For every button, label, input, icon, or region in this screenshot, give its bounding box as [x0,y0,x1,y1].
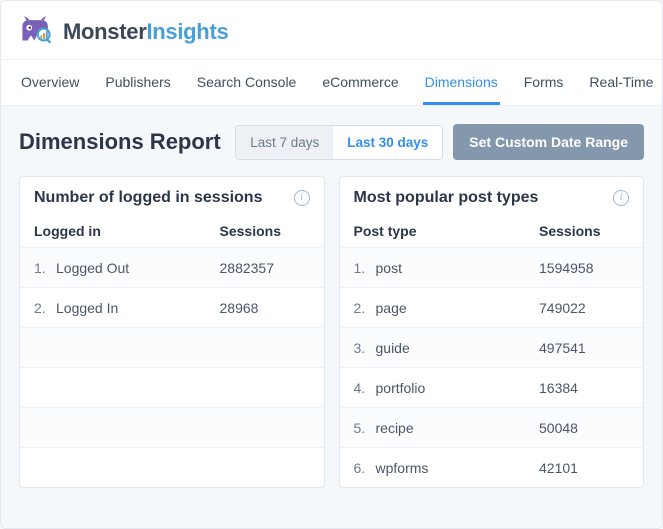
date-range-group: Last 7 days Last 30 days [235,125,443,160]
content-area: Dimensions Report Last 7 days Last 30 da… [1,106,662,528]
table-row: 3. guide 497541 [340,327,644,367]
brand-part-1: Monster [63,19,146,44]
row-value: 28968 [220,300,310,316]
row-label: post [376,260,540,276]
table-row: ... [20,367,324,407]
table-row: 6. wpforms 42101 [340,447,644,487]
row-value: 16384 [539,380,629,396]
row-value: 50048 [539,420,629,436]
brand-part-2: Insights [146,19,228,44]
row-value: 497541 [539,340,629,356]
report-cards: Number of logged in sessions i Logged in… [19,176,644,488]
card-title: Most popular post types [354,189,606,207]
col-value: Sessions [220,223,310,239]
tab-real-time[interactable]: Real-Time [587,60,655,105]
col-label: Post type [354,223,540,239]
tab-overview[interactable]: Overview [19,60,81,105]
column-headers: Logged in Sessions [20,217,324,247]
card-popular-post-types: Most popular post types i Post type Sess… [339,176,645,488]
row-value: 42101 [539,460,629,476]
report-toolbar: Dimensions Report Last 7 days Last 30 da… [19,124,644,160]
tab-search-console[interactable]: Search Console [195,60,299,105]
page-title: Dimensions Report [19,129,235,155]
row-number: 6. [354,460,376,476]
row-number: 2. [354,300,376,316]
column-headers: Post type Sessions [340,217,644,247]
table-row: ... [20,407,324,447]
row-label: wpforms [376,460,540,476]
row-number: 2. [34,300,56,316]
card-logged-in-sessions: Number of logged in sessions i Logged in… [19,176,325,488]
brand-name: MonsterInsights [63,19,228,45]
row-number: 5. [354,420,376,436]
tab-publishers[interactable]: Publishers [103,60,172,105]
table-row: ... [20,447,324,487]
table-rows: 1. post 1594958 2. page 749022 3. guide … [340,247,644,487]
col-value: Sessions [539,223,629,239]
row-label: Logged In [56,300,220,316]
row-label: guide [376,340,540,356]
row-number: 1. [354,260,376,276]
app-window: MonsterInsights Overview Publishers Sear… [0,0,663,529]
info-icon[interactable]: i [294,190,310,206]
info-icon[interactable]: i [613,190,629,206]
row-value: 749022 [539,300,629,316]
table-row: 1. post 1594958 [340,247,644,287]
tab-ecommerce[interactable]: eCommerce [320,60,400,105]
tab-dimensions[interactable]: Dimensions [423,60,500,105]
range-last-7-days[interactable]: Last 7 days [236,126,333,159]
row-label: page [376,300,540,316]
row-number: 1. [34,260,56,276]
card-header: Most popular post types i [340,177,644,217]
row-label: Logged Out [56,260,220,276]
table-row: 2. page 749022 [340,287,644,327]
row-number: 3. [354,340,376,356]
card-title: Number of logged in sessions [34,189,286,207]
row-value: 2882357 [220,260,310,276]
row-label: portfolio [376,380,540,396]
table-row: 5. recipe 50048 [340,407,644,447]
table-row: 1. Logged Out 2882357 [20,247,324,287]
tab-forms[interactable]: Forms [522,60,566,105]
row-value: 1594958 [539,260,629,276]
table-row: 2. Logged In 28968 [20,287,324,327]
row-number: 4. [354,380,376,396]
card-header: Number of logged in sessions i [20,177,324,217]
app-header: MonsterInsights [1,1,662,60]
range-last-30-days[interactable]: Last 30 days [333,126,442,159]
table-row: ... [20,327,324,367]
nav-tabs: Overview Publishers Search Console eComm… [1,60,662,106]
row-label: recipe [376,420,540,436]
monsterinsights-logo-icon [19,15,53,49]
table-rows: 1. Logged Out 2882357 2. Logged In 28968… [20,247,324,487]
table-row: 4. portfolio 16384 [340,367,644,407]
col-label: Logged in [34,223,220,239]
set-custom-date-range-button[interactable]: Set Custom Date Range [453,124,644,160]
